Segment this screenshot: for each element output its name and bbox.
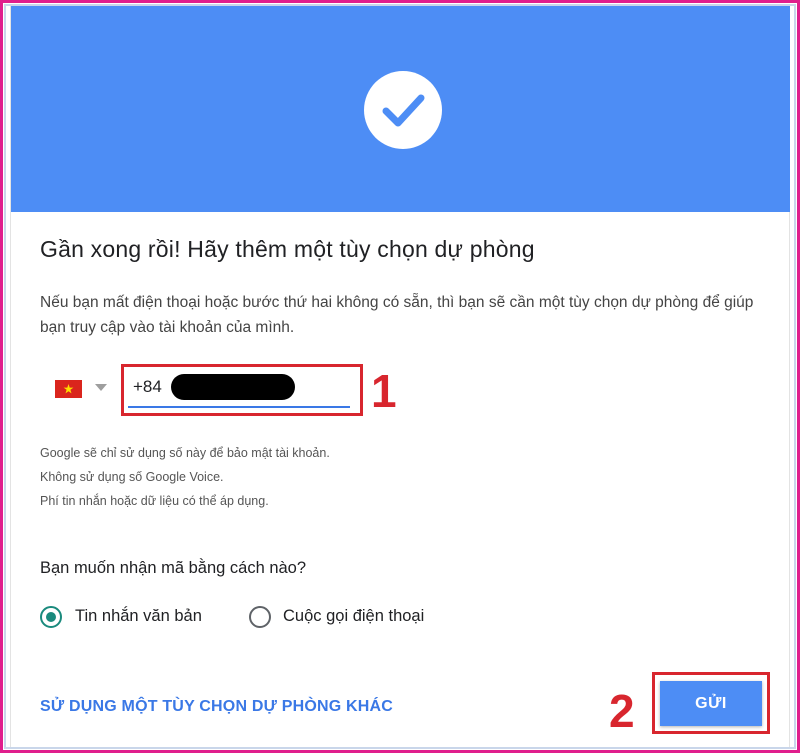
- sms-radio-button[interactable]: [40, 606, 62, 628]
- step-1-marker: 1: [371, 365, 397, 417]
- page-title: Gần xong rồi! Hãy thêm một tùy chọn dự p…: [40, 236, 535, 262]
- step-2-marker: 2: [609, 685, 635, 737]
- phone-number-input[interactable]: +84: [128, 370, 352, 408]
- phone-note: Google sẽ chỉ sử dụng số này để bảo mật …: [40, 446, 330, 460]
- radio-selected-dot: [46, 612, 56, 622]
- country-dropdown-caret-icon[interactable]: [95, 384, 107, 391]
- vietnam-flag-icon[interactable]: [55, 380, 82, 398]
- delivery-method-question: Bạn muốn nhận mã bằng cách nào?: [40, 559, 307, 577]
- checkmark-icon: [364, 71, 442, 149]
- sms-option-label[interactable]: Tin nhắn văn bản: [75, 607, 202, 626]
- phone-note: Phí tin nhắn hoặc dữ liệu có thể áp dụng…: [40, 494, 269, 508]
- backup-option-card: Gần xong rồi! Hãy thêm một tùy chọn dự p…: [10, 6, 790, 747]
- redacted-phone-number: [171, 374, 295, 400]
- alternate-backup-option-link[interactable]: SỬ DỤNG MỘT TÙY CHỌN DỰ PHÒNG KHÁC: [40, 698, 393, 716]
- call-option-label[interactable]: Cuộc gọi điện thoại: [283, 607, 424, 626]
- send-button[interactable]: GỬI: [660, 681, 762, 726]
- call-radio-button[interactable]: [249, 606, 271, 628]
- page-description: Nếu bạn mất điện thoại hoặc bước thứ hai…: [40, 294, 754, 336]
- phone-note: Không sử dụng số Google Voice.: [40, 470, 224, 484]
- success-banner: [11, 6, 790, 212]
- input-underline: [128, 406, 350, 408]
- phone-prefix: +84: [133, 377, 162, 396]
